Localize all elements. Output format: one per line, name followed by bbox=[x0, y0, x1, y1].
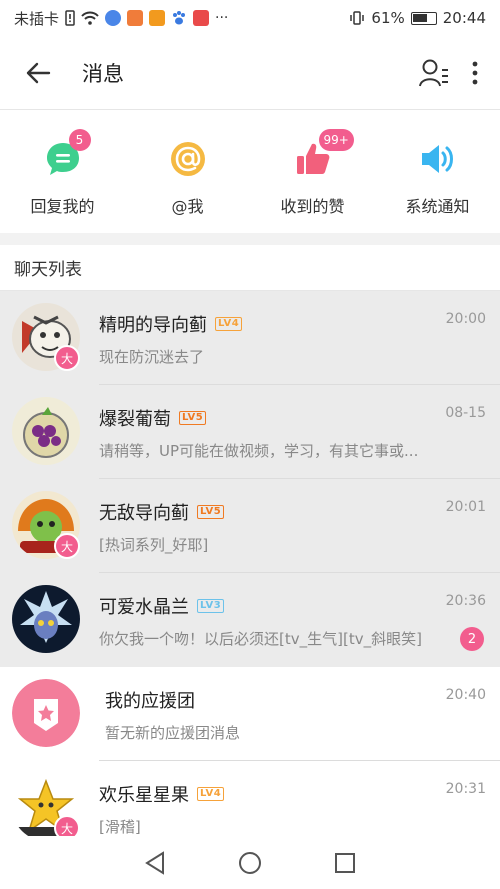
at-sign-icon bbox=[168, 139, 208, 179]
clock-time: 20:44 bbox=[442, 9, 486, 27]
quick-actions: 5 回复我的 @我 99+ 收到的赞 系统通知 bbox=[0, 111, 500, 233]
chat-bubble-icon: 5 bbox=[43, 129, 91, 179]
avatar bbox=[12, 679, 80, 747]
replies-badge: 5 bbox=[68, 129, 91, 151]
chat-name-text: 精明的导向蓟 bbox=[99, 315, 207, 336]
level-badge: LV5 bbox=[179, 411, 207, 425]
more-notifications-icon: ··· bbox=[215, 10, 229, 26]
speaker-icon bbox=[418, 139, 458, 179]
chat-row[interactable]: 可爱水晶兰 LV3 20:36 你欠我一个吻！以后必须还[tv_生气][tv_斜眼… bbox=[0, 573, 500, 667]
top-app-bar: 消息 bbox=[0, 36, 500, 110]
mail-app-icon bbox=[193, 10, 210, 26]
carrier-text: 未插卡 bbox=[14, 9, 60, 28]
nav-back-icon[interactable] bbox=[144, 850, 166, 875]
chat-row[interactable]: 大 无敌导向蓟 LV5 20:01 [热词系列_好耶] bbox=[0, 479, 500, 573]
level-badge: LV3 bbox=[197, 599, 225, 613]
section-gap bbox=[0, 233, 500, 245]
likes-badge: 99+ bbox=[318, 129, 354, 151]
quick-action-label: 系统通知 bbox=[405, 197, 470, 216]
thumbs-up-icon: 99+ bbox=[293, 129, 354, 179]
chat-name: 我的应援团 bbox=[105, 687, 195, 713]
chat-row[interactable]: 我的应援团 20:40 暂无新的应援团消息 bbox=[0, 667, 500, 761]
chat-row[interactable]: 大 精明的导向蓟 LV4 20:00 现在防沉迷去了 bbox=[0, 291, 500, 385]
music-app-icon bbox=[105, 10, 122, 26]
vip-badge: 大 bbox=[54, 533, 80, 559]
weibo-app-icon bbox=[149, 10, 166, 26]
page-title: 消息 bbox=[82, 61, 124, 86]
chat-name: 无敌导向蓟 LV5 bbox=[99, 499, 225, 525]
chat-preview: 现在防沉迷去了 bbox=[99, 348, 205, 366]
back-arrow-icon bbox=[26, 62, 51, 83]
level-badge: LV4 bbox=[197, 787, 225, 801]
avatar bbox=[12, 585, 80, 653]
chat-time: 08-15 bbox=[445, 405, 486, 421]
battery-icon bbox=[410, 11, 437, 25]
chat-time: 20:01 bbox=[445, 499, 486, 515]
chat-name-text: 爆裂葡萄 bbox=[99, 409, 171, 430]
nav-home-icon[interactable] bbox=[238, 851, 262, 875]
vibrate-icon bbox=[350, 11, 365, 25]
chat-preview: [热词系列_好耶] bbox=[99, 536, 209, 554]
vip-badge: 大 bbox=[54, 345, 80, 371]
chat-time: 20:31 bbox=[445, 781, 486, 797]
status-bar: 未插卡 ··· 61% 20:44 bbox=[0, 0, 500, 36]
quick-action-label: 回复我的 bbox=[30, 197, 95, 216]
quick-action-label: 收到的赞 bbox=[280, 197, 345, 216]
chat-time: 20:36 bbox=[445, 593, 486, 609]
vip-badge: 大 bbox=[54, 815, 80, 836]
chat-preview: [滑稽] bbox=[99, 818, 141, 836]
quick-action-system[interactable]: 系统通知 bbox=[375, 111, 500, 233]
level-badge: LV4 bbox=[215, 317, 243, 331]
chat-row[interactable]: 爆裂葡萄 LV5 08-15 请稍等，UP可能在做视频，学习，有其它事或... bbox=[0, 385, 500, 479]
chat-time: 20:00 bbox=[445, 311, 486, 327]
wifi-icon bbox=[81, 11, 99, 25]
quick-action-replies[interactable]: 5 回复我的 bbox=[0, 111, 125, 233]
chat-name-text: 我的应援团 bbox=[105, 691, 195, 712]
chat-row[interactable]: 大 欢乐星星果 LV4 20:31 [滑稽] bbox=[0, 761, 500, 836]
contacts-settings-icon[interactable] bbox=[418, 58, 450, 88]
chat-name-text: 无敌导向蓟 bbox=[99, 503, 189, 524]
chat-list-title: 聊天列表 bbox=[0, 245, 500, 291]
sim-alert-icon bbox=[65, 10, 75, 26]
quick-action-label: @我 bbox=[171, 197, 204, 216]
avatar bbox=[12, 397, 80, 465]
quick-action-likes[interactable]: 99+ 收到的赞 bbox=[250, 111, 375, 233]
chat-name-text: 欢乐星星果 bbox=[99, 785, 189, 806]
chat-list-title-text: 聊天列表 bbox=[14, 260, 82, 280]
chat-preview: 暂无新的应援团消息 bbox=[105, 724, 241, 742]
chat-name-text: 可爱水晶兰 bbox=[99, 597, 189, 618]
chat-preview: 你欠我一个吻！以后必须还[tv_生气][tv_斜眼笑] bbox=[99, 630, 422, 648]
chat-name: 欢乐星星果 LV4 bbox=[99, 781, 225, 807]
quick-action-mentions[interactable]: @我 bbox=[125, 111, 250, 233]
chat-time: 20:40 bbox=[445, 687, 486, 703]
paw-app-icon bbox=[173, 11, 186, 25]
more-options-icon[interactable] bbox=[472, 61, 478, 85]
system-nav-bar bbox=[0, 836, 500, 889]
chat-preview: 请稍等，UP可能在做视频，学习，有其它事或... bbox=[99, 442, 419, 460]
chat-list: 大 精明的导向蓟 LV4 20:00 现在防沉迷去了 爆裂葡萄 LV5 08-15 … bbox=[0, 291, 500, 836]
battery-percent: 61% bbox=[371, 9, 405, 27]
shop-app-icon bbox=[127, 10, 144, 26]
chat-name: 爆裂葡萄 LV5 bbox=[99, 405, 207, 431]
unread-count-badge: 2 bbox=[460, 627, 484, 651]
nav-recents-icon[interactable] bbox=[334, 852, 356, 874]
back-button[interactable] bbox=[8, 43, 68, 103]
chat-name: 精明的导向蓟 LV4 bbox=[99, 311, 243, 337]
level-badge: LV5 bbox=[197, 505, 225, 519]
chat-name: 可爱水晶兰 LV3 bbox=[99, 593, 225, 619]
